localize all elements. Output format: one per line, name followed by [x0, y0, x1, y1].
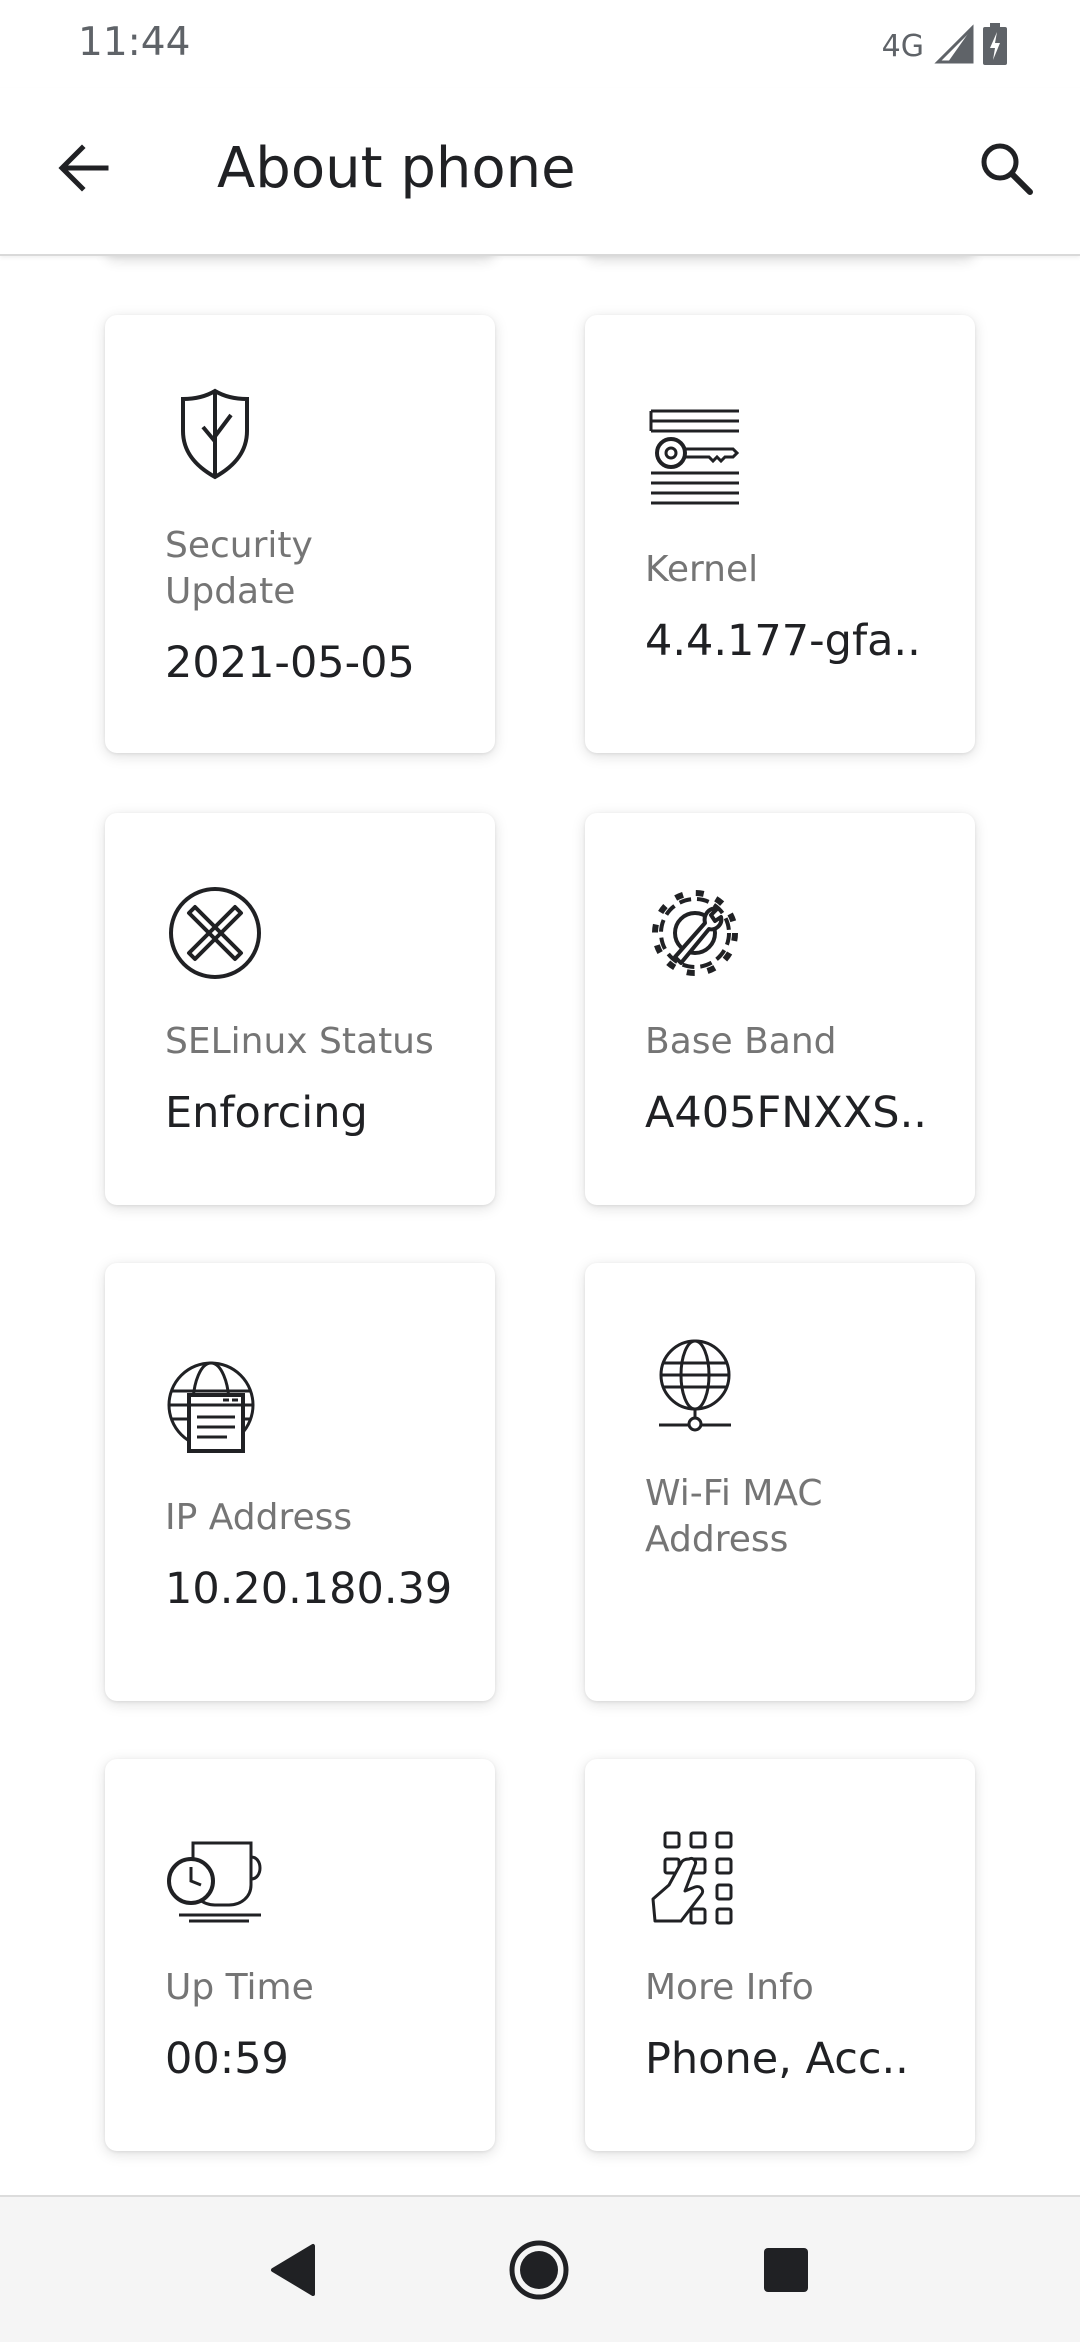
card-value: Phone, Acc..: [645, 2034, 909, 2084]
card-more-info[interactable]: More Info Phone, Acc..: [585, 1759, 975, 2151]
status-time: 11:44: [78, 20, 191, 65]
card-label: Kernel: [645, 549, 759, 590]
selinux-x-icon: [165, 883, 265, 983]
card-label: Base Band: [645, 1021, 837, 1062]
system-nav-bar: [0, 2195, 1080, 2342]
home-circle-icon: [507, 2238, 571, 2307]
signal-icon: [934, 24, 974, 69]
status-bar: 11:44 4G: [0, 0, 1080, 88]
card-label: More Info: [645, 1967, 814, 2008]
nav-recents-button[interactable]: [741, 2227, 831, 2317]
status-icons: 4G: [882, 22, 1008, 71]
globe-browser-icon: [165, 1359, 265, 1459]
gear-wrench-icon: [645, 883, 745, 983]
card-label: Wi-Fi MAC Address: [645, 1473, 823, 1560]
app-bar: About phone: [0, 88, 1080, 256]
card-security-update[interactable]: Security Update 2021-05-05: [105, 315, 495, 753]
card-kernel[interactable]: Kernel 4.4.177-gfa..: [585, 315, 975, 753]
card-value: 2021-05-05: [165, 638, 415, 688]
card-base-band[interactable]: Base Band A405FNXXS..: [585, 813, 975, 1205]
card-label: IP Address: [165, 1497, 353, 1538]
card-value: 00:59: [165, 2034, 289, 2084]
shield-check-icon: [165, 383, 265, 483]
back-triangle-icon: [267, 2242, 317, 2303]
network-type: 4G: [881, 29, 924, 64]
card-value: 10.20.180.39: [165, 1564, 453, 1614]
globe-network-icon: [645, 1335, 745, 1435]
card-selinux-status[interactable]: SELinux Status Enforcing: [105, 813, 495, 1205]
back-button[interactable]: [44, 130, 124, 210]
search-icon: [977, 139, 1035, 202]
card-value: A405FNXXS..: [645, 1088, 927, 1138]
card-label: SELinux Status: [165, 1021, 434, 1062]
back-arrow-icon: [56, 140, 112, 201]
card-wifi-mac-address[interactable]: Wi-Fi MAC Address: [585, 1263, 975, 1701]
card-value: 4.4.177-gfa..: [645, 616, 921, 666]
nav-back-button[interactable]: [247, 2227, 337, 2317]
clock-cup-icon: [165, 1829, 265, 1929]
battery-charging-icon: [982, 22, 1008, 71]
card-label: Up Time: [165, 1967, 314, 2008]
recents-square-icon: [761, 2245, 811, 2300]
card-ip-address[interactable]: IP Address 10.20.180.39: [105, 1263, 495, 1701]
nav-home-button[interactable]: [494, 2227, 584, 2317]
keypad-touch-icon: [645, 1829, 745, 1929]
card-label: Security Update: [165, 525, 313, 612]
kernel-key-icon: [645, 407, 745, 507]
search-button[interactable]: [966, 130, 1046, 210]
card-value: Enforcing: [165, 1088, 368, 1138]
info-grid[interactable]: Security Update 2021-05-05 Kernel 4.4.17…: [0, 255, 1080, 2195]
card-up-time[interactable]: Up Time 00:59: [105, 1759, 495, 2151]
page-title: About phone: [217, 136, 576, 201]
